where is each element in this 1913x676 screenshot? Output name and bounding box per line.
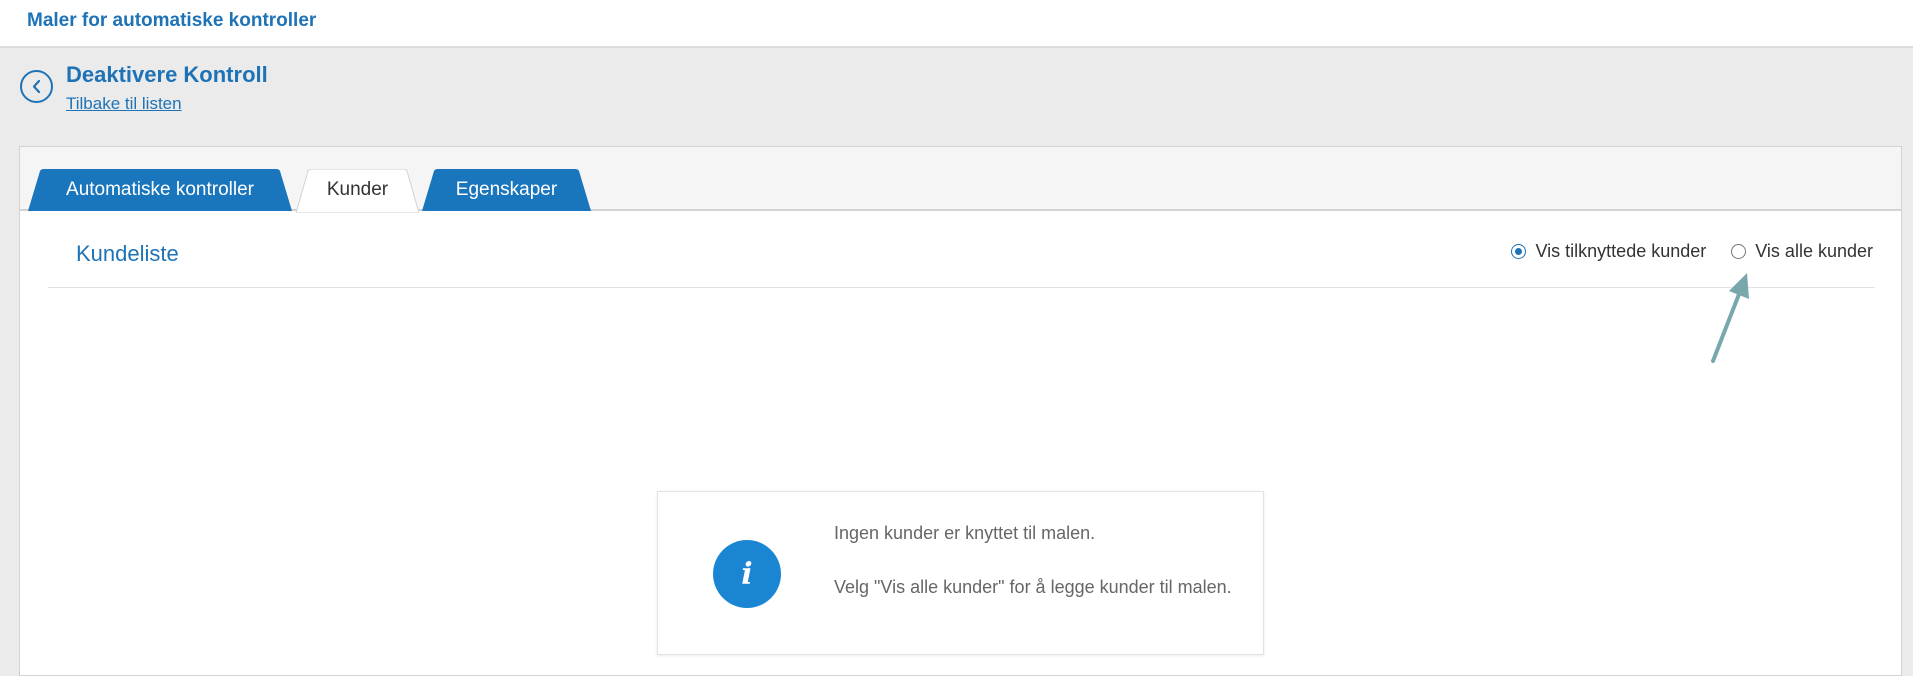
- info-line-1: Ingen kunder er knyttet til malen.: [834, 523, 1096, 543]
- main-panel: Automatiske kontroller Kunder Egenskaper…: [19, 146, 1902, 676]
- info-message: Ingen kunder er knyttet til malen. Velg …: [834, 520, 1234, 601]
- top-bar: Maler for automatiske kontroller: [0, 0, 1913, 48]
- tab-label: Egenskaper: [455, 179, 558, 200]
- section-title: Kundeliste: [76, 241, 179, 266]
- divider: [48, 287, 1875, 288]
- radio-vis-tilknyttede-kunder[interactable]: Vis tilknyttede kunder: [1511, 241, 1706, 262]
- customer-filter: Vis tilknyttede kunder Vis alle kunder: [1511, 241, 1873, 262]
- page-title: Deaktivere Kontroll: [66, 62, 268, 87]
- tab-label: Kunder: [326, 179, 389, 200]
- back-to-list-link[interactable]: Tilbake til listen: [66, 94, 182, 114]
- arrow-icon: [1711, 273, 1749, 363]
- info-message-box: i Ingen kunder er knyttet til malen. Vel…: [657, 491, 1264, 655]
- radio-button[interactable]: [1731, 244, 1747, 259]
- app-title[interactable]: Maler for automatiske kontroller: [27, 10, 316, 32]
- info-icon: i: [713, 540, 781, 608]
- info-line-2: Velg "Vis alle kunder" for å legge kunde…: [834, 577, 1232, 597]
- tab-egenskaper[interactable]: Egenskaper: [422, 169, 591, 211]
- annotation-arrow: [1705, 267, 1755, 372]
- back-button[interactable]: [20, 70, 53, 103]
- tab-label: Automatiske kontroller: [66, 179, 254, 200]
- tab-kunder[interactable]: Kunder: [296, 169, 419, 213]
- tab-strip: Automatiske kontroller Kunder Egenskaper: [20, 147, 1901, 213]
- radio-label: Vis tilknyttede kunder: [1535, 241, 1707, 261]
- radio-vis-alle-kunder[interactable]: Vis alle kunder: [1731, 241, 1873, 262]
- chevron-left-icon: [32, 79, 41, 94]
- radio-button-checked[interactable]: [1511, 244, 1527, 259]
- tab-automatiske-kontroller[interactable]: Automatiske kontroller: [28, 169, 292, 211]
- radio-label: Vis alle kunder: [1755, 241, 1873, 261]
